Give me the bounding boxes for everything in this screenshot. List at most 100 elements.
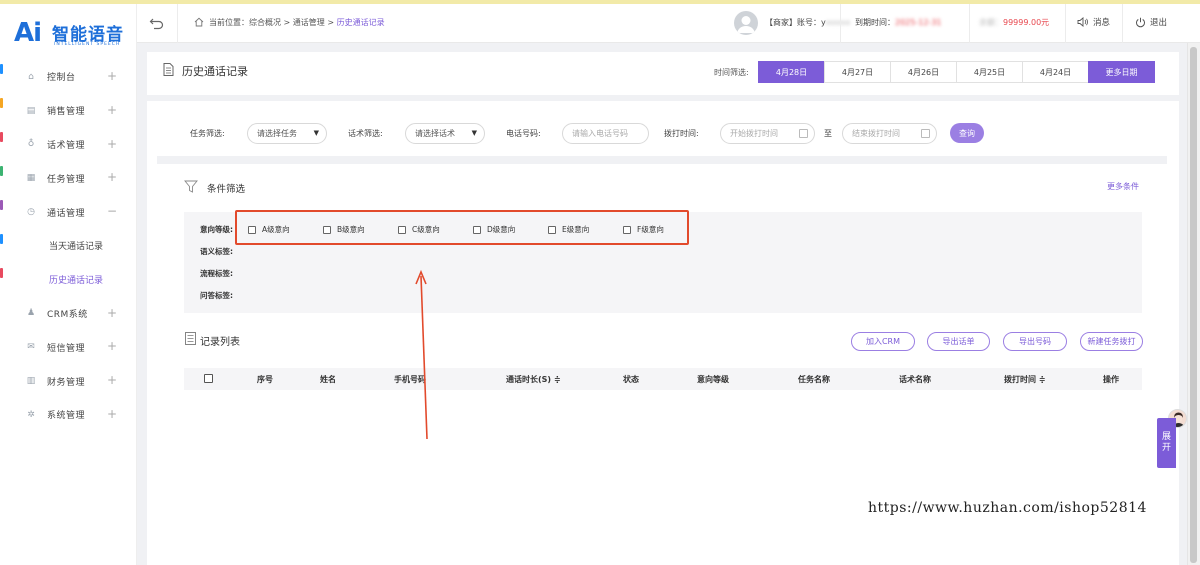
task-select[interactable]: 请选择任务 ▼ — [247, 123, 327, 144]
to-label: 至 — [824, 129, 832, 138]
col-intent: 意向等级 — [697, 375, 729, 384]
expand-icon: + — [107, 136, 118, 151]
balance-info: 余额：99999.00元 — [979, 17, 1049, 28]
export-bill-button[interactable]: 导出话单 — [927, 332, 990, 351]
sales-icon: ▤ — [26, 105, 36, 116]
condition-filter-title: 条件筛选 — [207, 184, 246, 195]
account-info: 【商家】账号：yooooo — [765, 17, 850, 28]
script-filter-label: 话术筛选: — [348, 129, 383, 138]
sidebar-item-dashboard[interactable]: ⌂ 控制台 + — [0, 60, 136, 94]
sidebar-item-sales[interactable]: ▤ 销售管理 + — [0, 94, 136, 128]
divider — [840, 4, 841, 43]
users-icon: ♟ — [26, 308, 36, 319]
table-header: 序号 姓名 手机号码 通话时长(S) ≑ 状态 意向等级 任务名称 话术名称 拨… — [184, 368, 1142, 390]
col-dial-time[interactable]: 拨打时间 ≑ — [1004, 374, 1046, 385]
end-time-input[interactable]: 结束拨打时间 — [842, 123, 937, 144]
speaker-icon — [1077, 17, 1088, 27]
date-tab-0426[interactable]: 4月26日 — [890, 61, 957, 83]
document-icon — [163, 63, 174, 76]
top-header: 当前位置：综合概况 > 通话管理 > 历史通话记录 【商家】账号：yooooo … — [137, 4, 1200, 43]
phone-input[interactable]: 请输入电话号码 — [562, 123, 649, 144]
expand-icon: + — [107, 339, 118, 354]
main-area: 历史通话记录 时间筛选: 4月28日 4月27日 4月26日 4月25日 4月2… — [137, 43, 1187, 565]
clock-icon: ◷ — [27, 207, 35, 218]
date-tab-0427[interactable]: 4月27日 — [824, 61, 891, 83]
funnel-icon — [184, 180, 198, 193]
sidebar-item-label: 财务管理 — [47, 377, 86, 388]
breadcrumb: 当前位置：综合概况 > 通话管理 > 历史通话记录 — [209, 17, 385, 28]
message-button[interactable]: 消息 — [1077, 16, 1110, 28]
breadcrumb-path[interactable]: 当前位置：综合概况 > 通话管理 > — [209, 18, 337, 27]
balance-value: 99999.00元 — [1003, 18, 1050, 27]
query-button[interactable]: 查询 — [950, 123, 984, 143]
expand-icon: + — [107, 373, 118, 388]
start-time-input[interactable]: 开始拨打时间 — [720, 123, 815, 144]
sidebar-item-label: CRM系统 — [47, 309, 88, 320]
back-icon[interactable] — [149, 15, 165, 31]
sidebar-item-calls[interactable]: ◷ 通话管理 − — [0, 195, 136, 229]
col-status: 状态 — [623, 375, 639, 384]
calendar-icon — [799, 129, 808, 138]
mail-icon: ✉ — [27, 342, 35, 353]
date-tab-0425[interactable]: 4月25日 — [956, 61, 1023, 83]
date-tab-0424[interactable]: 4月24日 — [1022, 61, 1089, 83]
expand-icon: + — [107, 69, 118, 83]
col-index: 序号 — [257, 375, 273, 384]
sidebar-item-label: 话术管理 — [47, 140, 86, 151]
col-script-name: 话术名称 — [899, 375, 931, 384]
scrollbar-thumb[interactable] — [1190, 47, 1197, 563]
time-filter-label: 时间筛选: — [714, 68, 749, 77]
phone-placeholder: 请输入电话号码 — [572, 129, 628, 138]
balance-label: 余额： — [979, 18, 1003, 27]
logo-subtext: INTELLIGENT SPEECH — [54, 42, 121, 47]
task-icon: ▦ — [26, 173, 36, 184]
sidebar-menu: ⌂ 控制台 + ▤ 销售管理 + ♁ 话术管理 + ▦ 任务管理 + ◷ 通话管… — [0, 60, 136, 432]
message-label: 消息 — [1093, 18, 1111, 28]
expand-icon: + — [107, 305, 118, 320]
sidebar-item-scripts[interactable]: ♁ 话术管理 + — [0, 128, 136, 162]
sidebar-subitem-today-calls[interactable]: 当天通话记录 — [0, 229, 136, 263]
logo[interactable]: Ai 智能语音 INTELLIGENT SPEECH — [14, 18, 129, 50]
start-time-placeholder: 开始拨打时间 — [730, 129, 778, 138]
collapse-icon: − — [107, 204, 118, 219]
col-duration[interactable]: 通话时长(S) ≑ — [506, 374, 561, 385]
account-masked: ooooo — [825, 18, 851, 27]
date-tab-0428[interactable]: 4月28日 — [758, 61, 825, 83]
title-bar: 历史通话记录 时间筛选: 4月28日 4月27日 4月26日 4月25日 4月2… — [147, 52, 1179, 95]
task-filter-label: 任务筛选: — [190, 129, 225, 138]
expand-text-2: 开 — [1161, 443, 1171, 453]
more-dates-button[interactable]: 更多日期 — [1088, 61, 1155, 83]
add-crm-button[interactable]: 加入CRM — [851, 332, 915, 351]
sidebar-item-sms[interactable]: ✉ 短信管理 + — [0, 330, 136, 364]
watermark: https://www.huzhan.com/ishop52814 — [868, 500, 1147, 516]
logo-ai: Ai — [14, 18, 42, 48]
annotation-highlight-box — [235, 210, 689, 245]
more-conditions-link[interactable]: 更多条件 — [1107, 181, 1139, 192]
sidebar-item-label: 任务管理 — [47, 174, 86, 185]
breadcrumb-current: 历史通话记录 — [336, 18, 385, 27]
flow-tag-label: 流程标签: — [200, 269, 233, 278]
sidebar-item-finance[interactable]: ▥ 财务管理 + — [0, 364, 136, 398]
export-numbers-button[interactable]: 导出号码 — [1003, 332, 1067, 351]
finance-icon: ▥ — [26, 376, 36, 387]
sidebar-item-system[interactable]: ✲ 系统管理 + — [0, 398, 136, 432]
select-all-checkbox[interactable] — [204, 374, 213, 383]
sidebar-item-tasks[interactable]: ▦ 任务管理 + — [0, 161, 136, 195]
sidebar-item-label: 短信管理 — [47, 343, 86, 354]
script-select[interactable]: 请选择话术 ▼ — [405, 123, 485, 144]
home-icon — [194, 17, 204, 27]
sidebar-item-crm[interactable]: ♟ CRM系统 + — [0, 297, 136, 331]
new-task-dial-button[interactable]: 新建任务拨打 — [1080, 332, 1143, 351]
expand-icon: + — [107, 102, 118, 117]
mic-icon: ♁ — [27, 139, 35, 150]
sidebar-item-label: 控制台 — [47, 73, 76, 84]
avatar[interactable] — [734, 11, 758, 35]
filter-bar: 任务筛选: 请选择任务 ▼ 话术筛选: 请选择话术 ▼ 电话号码: 请输入电话号… — [157, 112, 1132, 156]
sidebar-subitem-history-calls[interactable]: 历史通话记录 — [0, 263, 136, 297]
expand-panel-button[interactable]: 展 开 — [1157, 418, 1176, 468]
logout-button[interactable]: 退出 — [1135, 16, 1167, 28]
expire-value: 2025-12-31 — [895, 18, 942, 27]
expand-icon: + — [107, 170, 118, 185]
home-icon: ⌂ — [28, 71, 34, 82]
sidebar: Ai 智能语音 INTELLIGENT SPEECH ⌂ 控制台 + ▤ 销售管… — [0, 4, 137, 565]
